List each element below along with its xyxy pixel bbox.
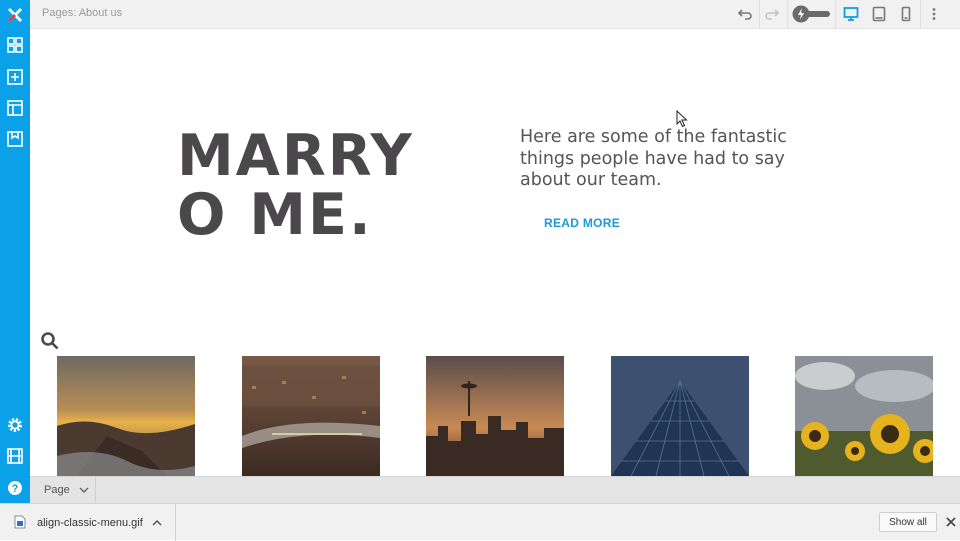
glass-building-image[interactable] (611, 356, 749, 476)
close-icon[interactable] (944, 515, 958, 529)
page-canvas: MARRY O ME. Here are some of the fantast… (30, 29, 960, 476)
add-icon[interactable] (0, 62, 30, 92)
file-image-icon (14, 515, 26, 529)
download-item[interactable]: align-classic-menu.gif (0, 504, 176, 541)
widgets-icon[interactable] (0, 30, 30, 60)
hero-title[interactable]: MARRY O ME. (177, 127, 437, 245)
help-icon[interactable]: ? (0, 473, 30, 503)
chevron-up-icon[interactable] (150, 516, 164, 530)
media-icon[interactable] (0, 441, 30, 471)
desktop-icon[interactable] (840, 4, 862, 24)
sunset-coast-image[interactable] (57, 356, 195, 476)
top-bar: Pages: About us (30, 0, 960, 29)
downloads-bar: align-classic-menu.gif Show all (0, 503, 960, 541)
mouse-cursor-icon (676, 109, 688, 128)
redo-icon[interactable] (761, 4, 783, 24)
page-select[interactable]: Page (30, 477, 96, 503)
skyline-tower-image[interactable] (426, 356, 564, 476)
page-bar: Page (30, 476, 960, 503)
logo-x-icon[interactable] (0, 0, 30, 30)
breadcrumb: Pages: About us (42, 7, 123, 19)
mobile-icon[interactable] (895, 4, 917, 24)
download-file-name[interactable]: align-classic-menu.gif (37, 517, 143, 529)
city-river-image[interactable] (242, 356, 380, 476)
search-icon[interactable] (40, 331, 60, 351)
more-vertical-icon[interactable] (923, 4, 945, 24)
hero-text[interactable]: Here are some of the fantastic things pe… (520, 127, 820, 192)
chevron-down-icon (79, 487, 89, 493)
tablet-icon[interactable] (868, 4, 890, 24)
save-icon[interactable] (0, 124, 30, 154)
sunflowers-image[interactable] (795, 356, 933, 476)
svg-text:?: ? (12, 483, 19, 495)
read-more-link[interactable]: READ MORE (544, 216, 620, 230)
lightning-toggle[interactable] (792, 5, 830, 23)
show-all-button[interactable]: Show all (879, 512, 937, 532)
layout-icon[interactable] (0, 93, 30, 123)
undo-icon[interactable] (734, 4, 756, 24)
left-sidebar: ? (0, 0, 30, 503)
gear-icon[interactable] (0, 410, 30, 440)
page-select-label: Page (44, 484, 70, 496)
